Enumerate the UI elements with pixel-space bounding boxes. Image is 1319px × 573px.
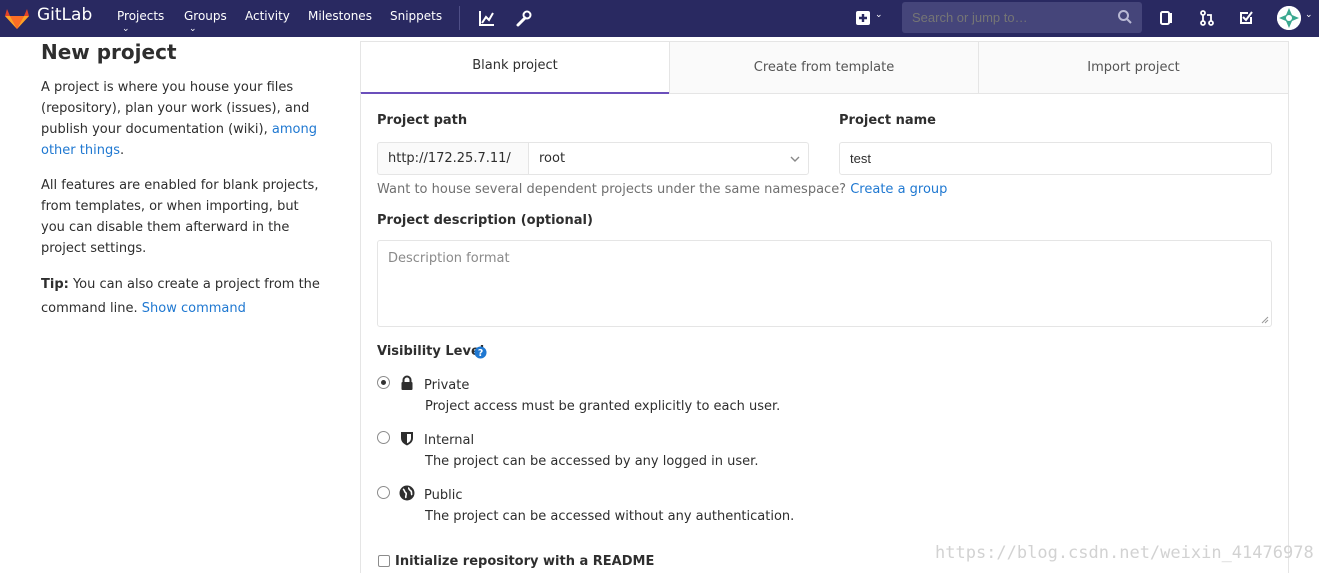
nav-snippets[interactable]: Snippets — [390, 9, 442, 23]
visibility-private-radio[interactable] — [377, 376, 390, 389]
watermark: https://blog.csdn.net/weixin_41476978 — [935, 543, 1314, 563]
new-plus-icon[interactable] — [853, 8, 873, 28]
visibility-public-desc: The project can be accessed without any … — [425, 509, 795, 524]
tip-label: Tip: — [41, 277, 69, 292]
nav-projects[interactable]: Projects — [117, 9, 164, 23]
nav-groups[interactable]: Groups — [184, 9, 227, 23]
visibility-internal-desc: The project can be accessed by any logge… — [425, 454, 759, 469]
tip-text: Tip: You can also create a project from … — [41, 273, 321, 321]
nav-milestones[interactable]: Milestones — [308, 9, 372, 23]
intro-suffix: . — [119, 143, 125, 158]
nav-divider — [459, 6, 460, 30]
create-group-link[interactable]: Create a group — [850, 182, 947, 197]
user-avatar[interactable] — [1277, 6, 1301, 30]
visibility-public-radio[interactable] — [377, 486, 390, 499]
visibility-private-title: Private — [424, 378, 470, 393]
gitlab-logo-icon[interactable] — [4, 6, 30, 30]
merge-request-icon[interactable] — [1197, 8, 1217, 28]
admin-chart-icon[interactable] — [477, 8, 497, 28]
features-text: All features are enabled for blank proje… — [41, 178, 319, 256]
namespace-select[interactable]: root — [528, 142, 809, 175]
visibility-level-label: Visibility Level — [377, 344, 485, 359]
project-name-input[interactable] — [839, 142, 1272, 175]
shield-icon — [401, 432, 413, 446]
wrench-icon[interactable] — [514, 8, 534, 28]
nav-activity[interactable]: Activity — [245, 9, 290, 23]
search-icon[interactable] — [1117, 9, 1133, 25]
project-path-prefix: http://172.25.7.11/ — [377, 142, 528, 175]
create-group-help: Want to house several dependent projects… — [377, 182, 947, 197]
visibility-public-title: Public — [424, 488, 463, 503]
lock-icon — [401, 375, 413, 390]
chevron-down-icon[interactable]: ⌄ — [875, 10, 883, 20]
visibility-internal-title: Internal — [424, 433, 475, 448]
show-command-link[interactable]: Show command — [142, 301, 246, 316]
chevron-down-icon[interactable]: ⌄ — [1305, 10, 1313, 20]
globe-icon — [399, 485, 415, 501]
brand-name[interactable]: GitLab — [37, 5, 92, 25]
chevron-down-icon[interactable]: ⌄ — [189, 24, 197, 34]
project-path-label: Project path — [377, 113, 468, 128]
visibility-private-desc: Project access must be granted explicitl… — [425, 399, 781, 414]
tab-blank-project[interactable]: Blank project — [360, 41, 670, 94]
visibility-internal-radio[interactable] — [377, 431, 390, 444]
initialize-readme-checkbox[interactable] — [378, 555, 390, 567]
page-title: New project — [41, 40, 177, 64]
help-question-icon[interactable]: ? — [474, 346, 487, 359]
create-group-help-text: Want to house several dependent projects… — [377, 182, 847, 197]
todo-check-icon[interactable] — [1236, 8, 1256, 28]
chevron-down-icon — [790, 156, 800, 162]
chevron-down-icon[interactable]: ⌄ — [122, 24, 130, 34]
tab-create-from-template[interactable]: Create from template — [669, 41, 979, 94]
project-name-label: Project name — [839, 113, 936, 128]
tab-import-project[interactable]: Import project — [978, 41, 1289, 94]
issues-icon[interactable] — [1157, 8, 1177, 28]
initialize-readme-label[interactable]: Initialize repository with a README — [395, 554, 654, 569]
project-description-textarea[interactable]: Description format — [377, 240, 1272, 327]
intro-text: A project is where you house your files … — [41, 77, 321, 161]
description-placeholder: Description format — [388, 251, 510, 266]
svg-text:?: ? — [478, 348, 483, 359]
project-tabs: Blank project Create from template Impor… — [360, 41, 1289, 94]
resize-grip-icon[interactable] — [1261, 316, 1269, 324]
namespace-value: root — [539, 151, 566, 166]
top-navbar: GitLab Projects ⌄ Groups ⌄ Activity Mile… — [0, 0, 1319, 37]
search-input[interactable] — [902, 2, 1142, 33]
intro-prefix: A project is where you house your files … — [41, 80, 310, 137]
project-description-label: Project description (optional) — [377, 213, 593, 228]
